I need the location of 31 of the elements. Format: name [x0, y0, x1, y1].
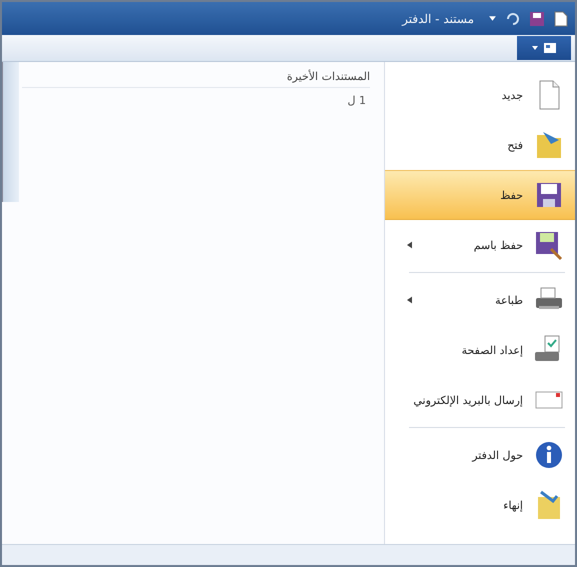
menu-item[interactable]: فتح: [385, 120, 575, 170]
caret-icon: [531, 44, 539, 52]
menu-item[interactable]: طباعة: [385, 275, 575, 325]
submenu-arrow-icon: [407, 296, 412, 304]
recent-documents-heading: المستندات الأخيرة: [22, 70, 370, 88]
menu-item[interactable]: حفظ: [385, 170, 575, 220]
document-icon: [543, 42, 557, 54]
menu-label: جديد: [500, 88, 523, 102]
menu-label: طباعة: [494, 294, 523, 306]
menu-label: إنهاء: [502, 498, 523, 512]
document-icon[interactable]: [553, 10, 569, 26]
undo-icon[interactable]: [505, 10, 521, 26]
dropdown-caret-icon[interactable]: [488, 14, 497, 23]
application-menu-button[interactable]: [517, 36, 571, 60]
menu-item[interactable]: حول الدفتر: [385, 430, 575, 480]
menu-item[interactable]: جديد: [385, 70, 575, 120]
menu-label: إعداد الصفحة: [460, 344, 523, 356]
menu-item[interactable]: إعداد الصفحة: [385, 325, 575, 375]
menu-label: حول الدفتر: [470, 448, 523, 462]
menu-label: حفظ: [499, 188, 523, 202]
recent-document-item[interactable]: 1 ل: [22, 88, 370, 113]
menu-label: حفظ باسم: [472, 238, 523, 252]
info-icon: [533, 439, 565, 471]
menu-item[interactable]: إرسال بالبريد الإلكتروني: [385, 375, 575, 425]
menu-item[interactable]: إنهاء: [385, 480, 575, 530]
menu-item[interactable]: حفظ باسم: [385, 220, 575, 270]
menu-label: إرسال بالبريد الإلكتروني: [412, 394, 523, 406]
submenu-arrow-icon: [407, 241, 412, 249]
floppy-disk-pencil-icon: [533, 229, 565, 261]
menu-label: فتح: [506, 138, 523, 152]
window-title: مستند - الدفتر: [402, 12, 474, 26]
